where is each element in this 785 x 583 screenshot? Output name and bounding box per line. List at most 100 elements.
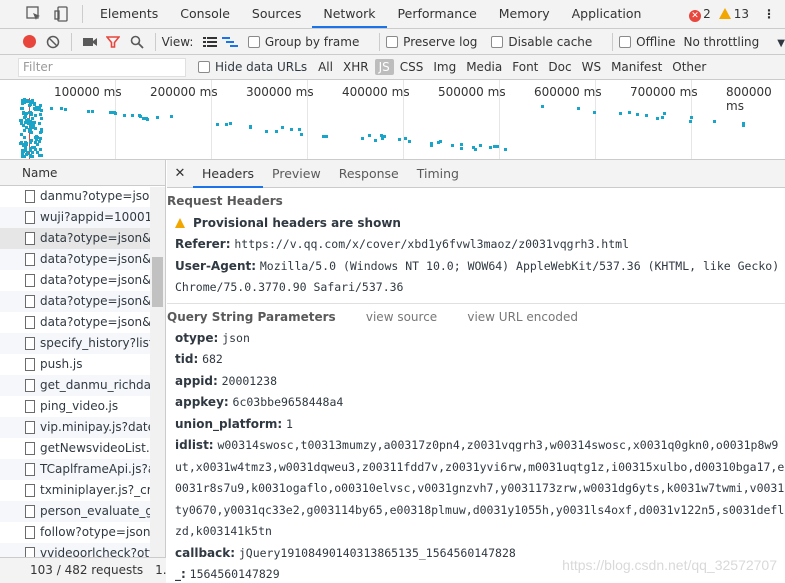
filter-type-manifest[interactable]: Manifest: [607, 59, 666, 75]
record-icon[interactable]: [18, 29, 42, 55]
request-headers-section-title[interactable]: Request Headers: [167, 188, 785, 212]
request-dot: [215, 123, 219, 127]
view-source-link[interactable]: view source: [366, 310, 437, 324]
request-row[interactable]: follow?otype=json&: [0, 522, 150, 543]
request-row[interactable]: data?otype=json&ti...: [0, 228, 150, 249]
error-icon: ✕: [689, 9, 702, 22]
error-count[interactable]: ✕ 2: [689, 7, 711, 22]
waterfall-icon[interactable]: [220, 29, 240, 55]
request-row[interactable]: data?otype=json&ti...: [0, 270, 150, 291]
more-options-icon[interactable]: ⋮: [763, 7, 775, 21]
request-row[interactable]: person_evaluate_get: [0, 501, 150, 522]
search-icon[interactable]: [125, 29, 149, 55]
warning-icon: [175, 218, 185, 228]
request-row[interactable]: wuji?appid=1000186: [0, 207, 150, 228]
warning-count[interactable]: 13: [718, 7, 749, 21]
tab-network[interactable]: Network: [312, 0, 387, 28]
request-row[interactable]: data?otype=json&ti...: [0, 312, 150, 333]
resource-type-filters: All XHR JS CSS Img Media Font Doc WS Manifest Othe…: [313, 59, 711, 75]
request-row[interactable]: vip.minipay.js?date=: [0, 417, 150, 438]
watermark: https://blog.csdn.net/qq_32572707: [562, 557, 777, 573]
request-list-scrollbar[interactable]: [150, 187, 165, 557]
request-row[interactable]: get_danmu_richdata: [0, 375, 150, 396]
timeline-tick-label: 500000 ms: [438, 85, 506, 99]
file-icon: [25, 442, 35, 455]
filter-type-media[interactable]: Media: [462, 59, 506, 75]
filter-type-css[interactable]: CSS: [396, 59, 428, 75]
filter-type-other[interactable]: Other: [668, 59, 710, 75]
request-row[interactable]: data?otype=json&ti...: [0, 291, 150, 312]
request-rows: danmu?otype=json... wuji?appid=1000186 dat…: [0, 186, 165, 564]
issue-counts[interactable]: ✕ 2 13 ⋮: [689, 0, 775, 28]
request-row[interactable]: getNewsvideoList.ph: [0, 438, 150, 459]
filter-type-ws[interactable]: WS: [578, 59, 605, 75]
filter-icon[interactable]: [102, 29, 126, 55]
clear-icon[interactable]: [42, 29, 66, 55]
throttling-select[interactable]: No throttling ▼: [684, 35, 785, 49]
request-dot: [23, 128, 27, 132]
param-value: w00314swosc,t00313mumzy,a00317z0pn4,z003…: [175, 438, 785, 538]
request-dot: [34, 135, 38, 139]
filter-type-font[interactable]: Font: [508, 59, 542, 75]
request-dot: [592, 110, 596, 114]
request-row[interactable]: txminiplayer.js?_cros: [0, 480, 150, 501]
preserve-log-checkbox[interactable]: Preserve log: [386, 35, 491, 49]
tab-memory[interactable]: Memory: [488, 0, 561, 28]
filter-type-img[interactable]: Img: [429, 59, 460, 75]
request-row[interactable]: TCaplframeApi.js?aid: [0, 459, 150, 480]
query-param: otype: json: [167, 328, 785, 350]
tab-application[interactable]: Application: [561, 0, 653, 28]
param-value: 1564560147829: [189, 567, 280, 581]
request-dot: [503, 147, 507, 151]
request-row[interactable]: specify_history?list=: [0, 333, 150, 354]
request-dot: [114, 112, 118, 116]
name-column-header[interactable]: Name: [0, 160, 165, 186]
device-toolbar-icon[interactable]: [48, 0, 76, 28]
large-rows-icon[interactable]: [199, 29, 219, 55]
file-icon: [25, 211, 35, 224]
tab-preview[interactable]: Preview: [263, 160, 330, 188]
tab-sources[interactable]: Sources: [241, 0, 312, 28]
filter-type-all[interactable]: All: [314, 59, 337, 75]
inspect-element-icon[interactable]: [20, 0, 48, 28]
query-string-section-title[interactable]: Query String Parameters view source view…: [167, 304, 785, 328]
request-dot: [478, 143, 482, 147]
close-icon[interactable]: ✕: [167, 166, 193, 181]
request-dot: [36, 151, 40, 155]
scrollbar-thumb[interactable]: [152, 257, 163, 307]
request-dot: [636, 112, 640, 116]
capture-screenshots-icon[interactable]: [78, 29, 102, 55]
tab-response[interactable]: Response: [330, 160, 408, 188]
hide-data-urls-checkbox[interactable]: Hide data URLs: [198, 60, 313, 74]
request-dot: [325, 134, 329, 138]
tab-console[interactable]: Console: [169, 0, 241, 28]
tab-headers[interactable]: Headers: [193, 160, 264, 188]
timeline-overview[interactable]: 100000 ms 200000 ms 300000 ms 400000 ms 5000…: [0, 80, 785, 160]
request-dot: [38, 130, 42, 134]
group-by-frame-checkbox[interactable]: Group by frame: [247, 35, 373, 49]
request-row[interactable]: ping_video.js: [0, 396, 150, 417]
request-dot: [741, 124, 745, 127]
request-row[interactable]: push.js: [0, 354, 150, 375]
tab-timing[interactable]: Timing: [408, 160, 468, 188]
request-detail-pane: ✕ Headers Preview Response Timing Reques…: [167, 160, 785, 583]
param-key: union_platform:: [175, 416, 283, 431]
filter-type-doc[interactable]: Doc: [544, 59, 575, 75]
view-url-encoded-link[interactable]: view URL encoded: [467, 310, 578, 324]
filter-input[interactable]: [18, 57, 186, 77]
disable-cache-checkbox[interactable]: Disable cache: [491, 35, 606, 49]
request-dot: [38, 139, 42, 143]
request-row[interactable]: data?otype=json&ti...: [0, 249, 150, 270]
request-dot: [248, 125, 252, 129]
request-dot: [40, 116, 43, 120]
filter-type-xhr[interactable]: XHR: [339, 59, 373, 75]
filter-type-js[interactable]: JS: [374, 59, 394, 75]
request-row[interactable]: danmu?otype=json...: [0, 186, 150, 207]
file-icon: [25, 190, 35, 203]
tab-separator: [82, 5, 83, 23]
offline-checkbox[interactable]: Offline: [619, 35, 683, 49]
tab-elements[interactable]: Elements: [89, 0, 169, 28]
request-dot: [131, 113, 135, 117]
request-name: txminiplayer.js?_cros: [40, 483, 150, 497]
tab-performance[interactable]: Performance: [387, 0, 488, 28]
